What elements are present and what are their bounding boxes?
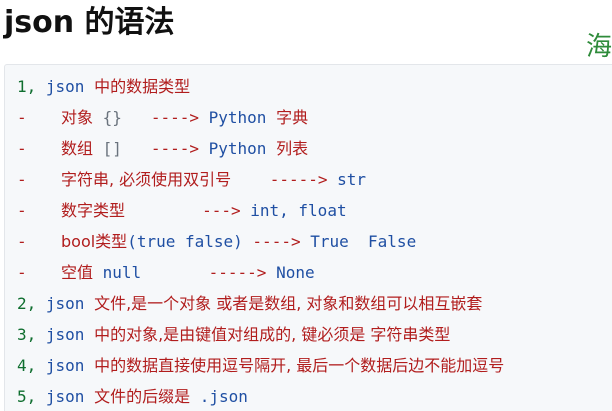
python-keyword: Python [208, 108, 267, 127]
python-keyword: Python [208, 139, 267, 158]
line-number: 3, [17, 325, 37, 344]
watermark-text: 海 [585, 32, 612, 62]
type-keyword: None [276, 263, 315, 282]
arrow: ----> [150, 108, 199, 127]
list-dash: - [17, 201, 27, 220]
code-line-2: - 对象 {} ----> Python 字典 [17, 102, 308, 133]
type-keyword: int, float [250, 201, 347, 220]
line-number: 1, [17, 77, 37, 96]
arrow: ----> [150, 139, 199, 158]
line-text: 列表 [276, 139, 309, 158]
page: json 的语法 海 1, json 中的数据类型 - 对象 {} ----> P… [0, 0, 612, 411]
code-line-8: 2, json 文件,是一个对象 或者是数组, 对象和数组可以相互嵌套 [17, 288, 482, 319]
type-keyword: True False [310, 232, 417, 251]
arrow: -----> [208, 263, 267, 282]
json-keyword: json [45, 325, 85, 344]
line-text: 文件,是一个对象 或者是数组, 对象和数组可以相互嵌套 [94, 294, 483, 313]
line-text: 对象 [61, 108, 94, 127]
line-text: bool类型 [61, 232, 128, 251]
line-text: 数字类型 [61, 201, 126, 220]
list-dash: - [17, 139, 27, 158]
braces-code: {} [102, 108, 122, 127]
page-title: json 的语法 [4, 5, 175, 40]
code-line-9: 3, json 中的对象,是由键值对组成的, 键必须是 字符串类型 [17, 319, 450, 350]
json-keyword: json [45, 387, 85, 406]
line-text: 空值 [61, 263, 94, 282]
code-line-5: - 数字类型 ---> int, float [17, 195, 347, 226]
code-line-7: - 空值 null -----> None [17, 257, 315, 288]
code-line-4: - 字符串, 必须使用双引号 -----> str [17, 164, 366, 195]
list-dash: - [17, 108, 27, 127]
code-block: 1, json 中的数据类型 - 对象 {} ----> Python 字典 -数… [4, 64, 612, 411]
line-number: 2, [17, 294, 37, 313]
code-line-3: - 数组 [] ----> Python 列表 [17, 133, 308, 164]
line-text: 字典 [276, 108, 309, 127]
code-line-1: 1, json 中的数据类型 [17, 71, 190, 102]
line-number: 4, [17, 356, 37, 375]
brackets-code: [] [102, 139, 122, 158]
arrow: ----> [252, 232, 301, 251]
line-text: 字符串, 必须使用双引号 [61, 170, 232, 189]
line-number: 5, [17, 387, 37, 406]
line-text: 中的数据直接使用逗号隔开, 最后一个数据后边不能加逗号 [94, 356, 505, 375]
json-keyword: json [45, 294, 85, 313]
line-text: 中的数据类型 [94, 77, 191, 96]
line-text: 中的对象,是由键值对组成的, 键必须是 字符串类型 [94, 325, 451, 344]
json-keyword: json [45, 77, 85, 96]
extension-code: .json [199, 387, 248, 406]
list-dash: - [17, 170, 27, 189]
line-text: 数组 [61, 139, 94, 158]
code-line-6: - bool类型(true false) ----> True False [17, 226, 416, 257]
arrow: -----> [269, 170, 328, 189]
list-dash: - [17, 263, 27, 282]
json-keyword: json [45, 356, 85, 375]
code-line-10: 4, json 中的数据直接使用逗号隔开, 最后一个数据后边不能加逗号 [17, 350, 504, 381]
list-dash: - [17, 232, 27, 251]
type-keyword: str [337, 170, 367, 189]
bool-values-code: (true false) [127, 232, 243, 251]
line-text: 文件的后缀是 [94, 387, 191, 406]
code-line-11: 5, json 文件的后缀是 .json [17, 381, 248, 411]
arrow: ---> [202, 201, 241, 220]
null-code: null [102, 263, 142, 282]
